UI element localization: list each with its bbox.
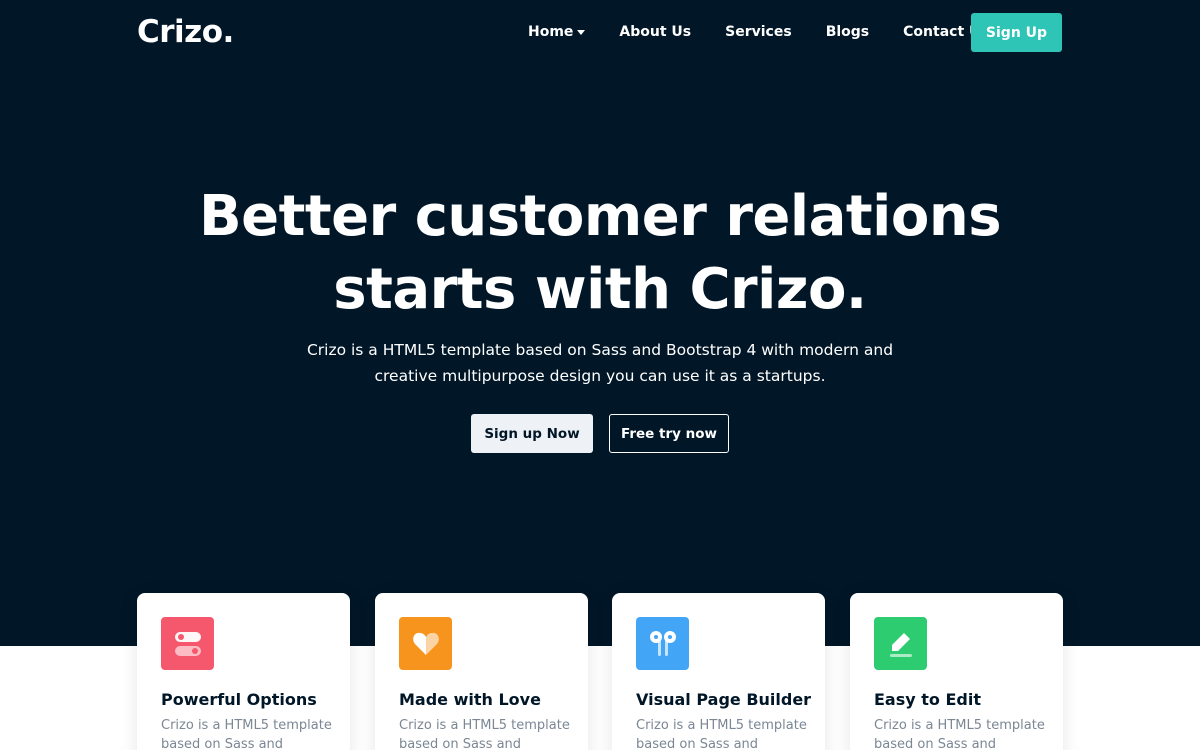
navbar: Crizo. Home About Us Services Blogs Cont… <box>0 0 1200 66</box>
feature-text: Crizo is a HTML5 template based on Sass … <box>874 718 1045 750</box>
nav-item-blogs[interactable]: Blogs <box>826 24 869 40</box>
hero-subtitle: Crizo is a HTML5 template based on Sass … <box>300 337 900 389</box>
feature-card: Easy to Edit Crizo is a HTML5 template b… <box>850 593 1063 750</box>
feature-text: Crizo is a HTML5 template based on Sass … <box>161 718 332 750</box>
toggle-icon <box>161 617 214 670</box>
signup-now-button[interactable]: Sign up Now <box>471 414 593 453</box>
feature-title: Visual Page Builder <box>636 690 812 709</box>
signup-button[interactable]: Sign Up <box>971 13 1062 52</box>
heart-icon <box>399 617 452 670</box>
feature-card: Made with Love Crizo is a HTML5 template… <box>375 593 588 750</box>
pencil-icon <box>874 617 927 670</box>
feature-text: Crizo is a HTML5 template based on Sass … <box>399 718 570 750</box>
nav-menu: Home About Us Services Blogs Contact Us <box>528 24 989 40</box>
caret-down-icon <box>577 30 586 35</box>
earbuds-icon <box>636 617 689 670</box>
free-try-button[interactable]: Free try now <box>609 414 729 453</box>
feature-title: Made with Love <box>399 690 541 709</box>
hero-headline: Better customer relations starts with Cr… <box>0 180 1200 326</box>
feature-card: Powerful Options Crizo is a HTML5 templa… <box>137 593 350 750</box>
hero-subtitle-line2: creative multipurpose design you can use… <box>374 367 826 385</box>
nav-item-home[interactable]: Home <box>528 24 586 40</box>
hero-headline-line1: Better customer relations <box>198 184 1002 249</box>
hero-subtitle-line1: Crizo is a HTML5 template based on Sass … <box>306 341 894 359</box>
feature-text: Crizo is a HTML5 template based on Sass … <box>636 718 807 750</box>
feature-title: Easy to Edit <box>874 690 981 709</box>
nav-item-about[interactable]: About Us <box>619 24 691 40</box>
nav-item-home-label: Home <box>528 24 574 40</box>
nav-item-services[interactable]: Services <box>725 24 792 40</box>
feature-card: Visual Page Builder Crizo is a HTML5 tem… <box>612 593 825 750</box>
brand-logo[interactable]: Crizo. <box>137 14 234 50</box>
feature-title: Powerful Options <box>161 690 317 709</box>
hero-headline-line2: starts with Crizo. <box>333 257 867 322</box>
